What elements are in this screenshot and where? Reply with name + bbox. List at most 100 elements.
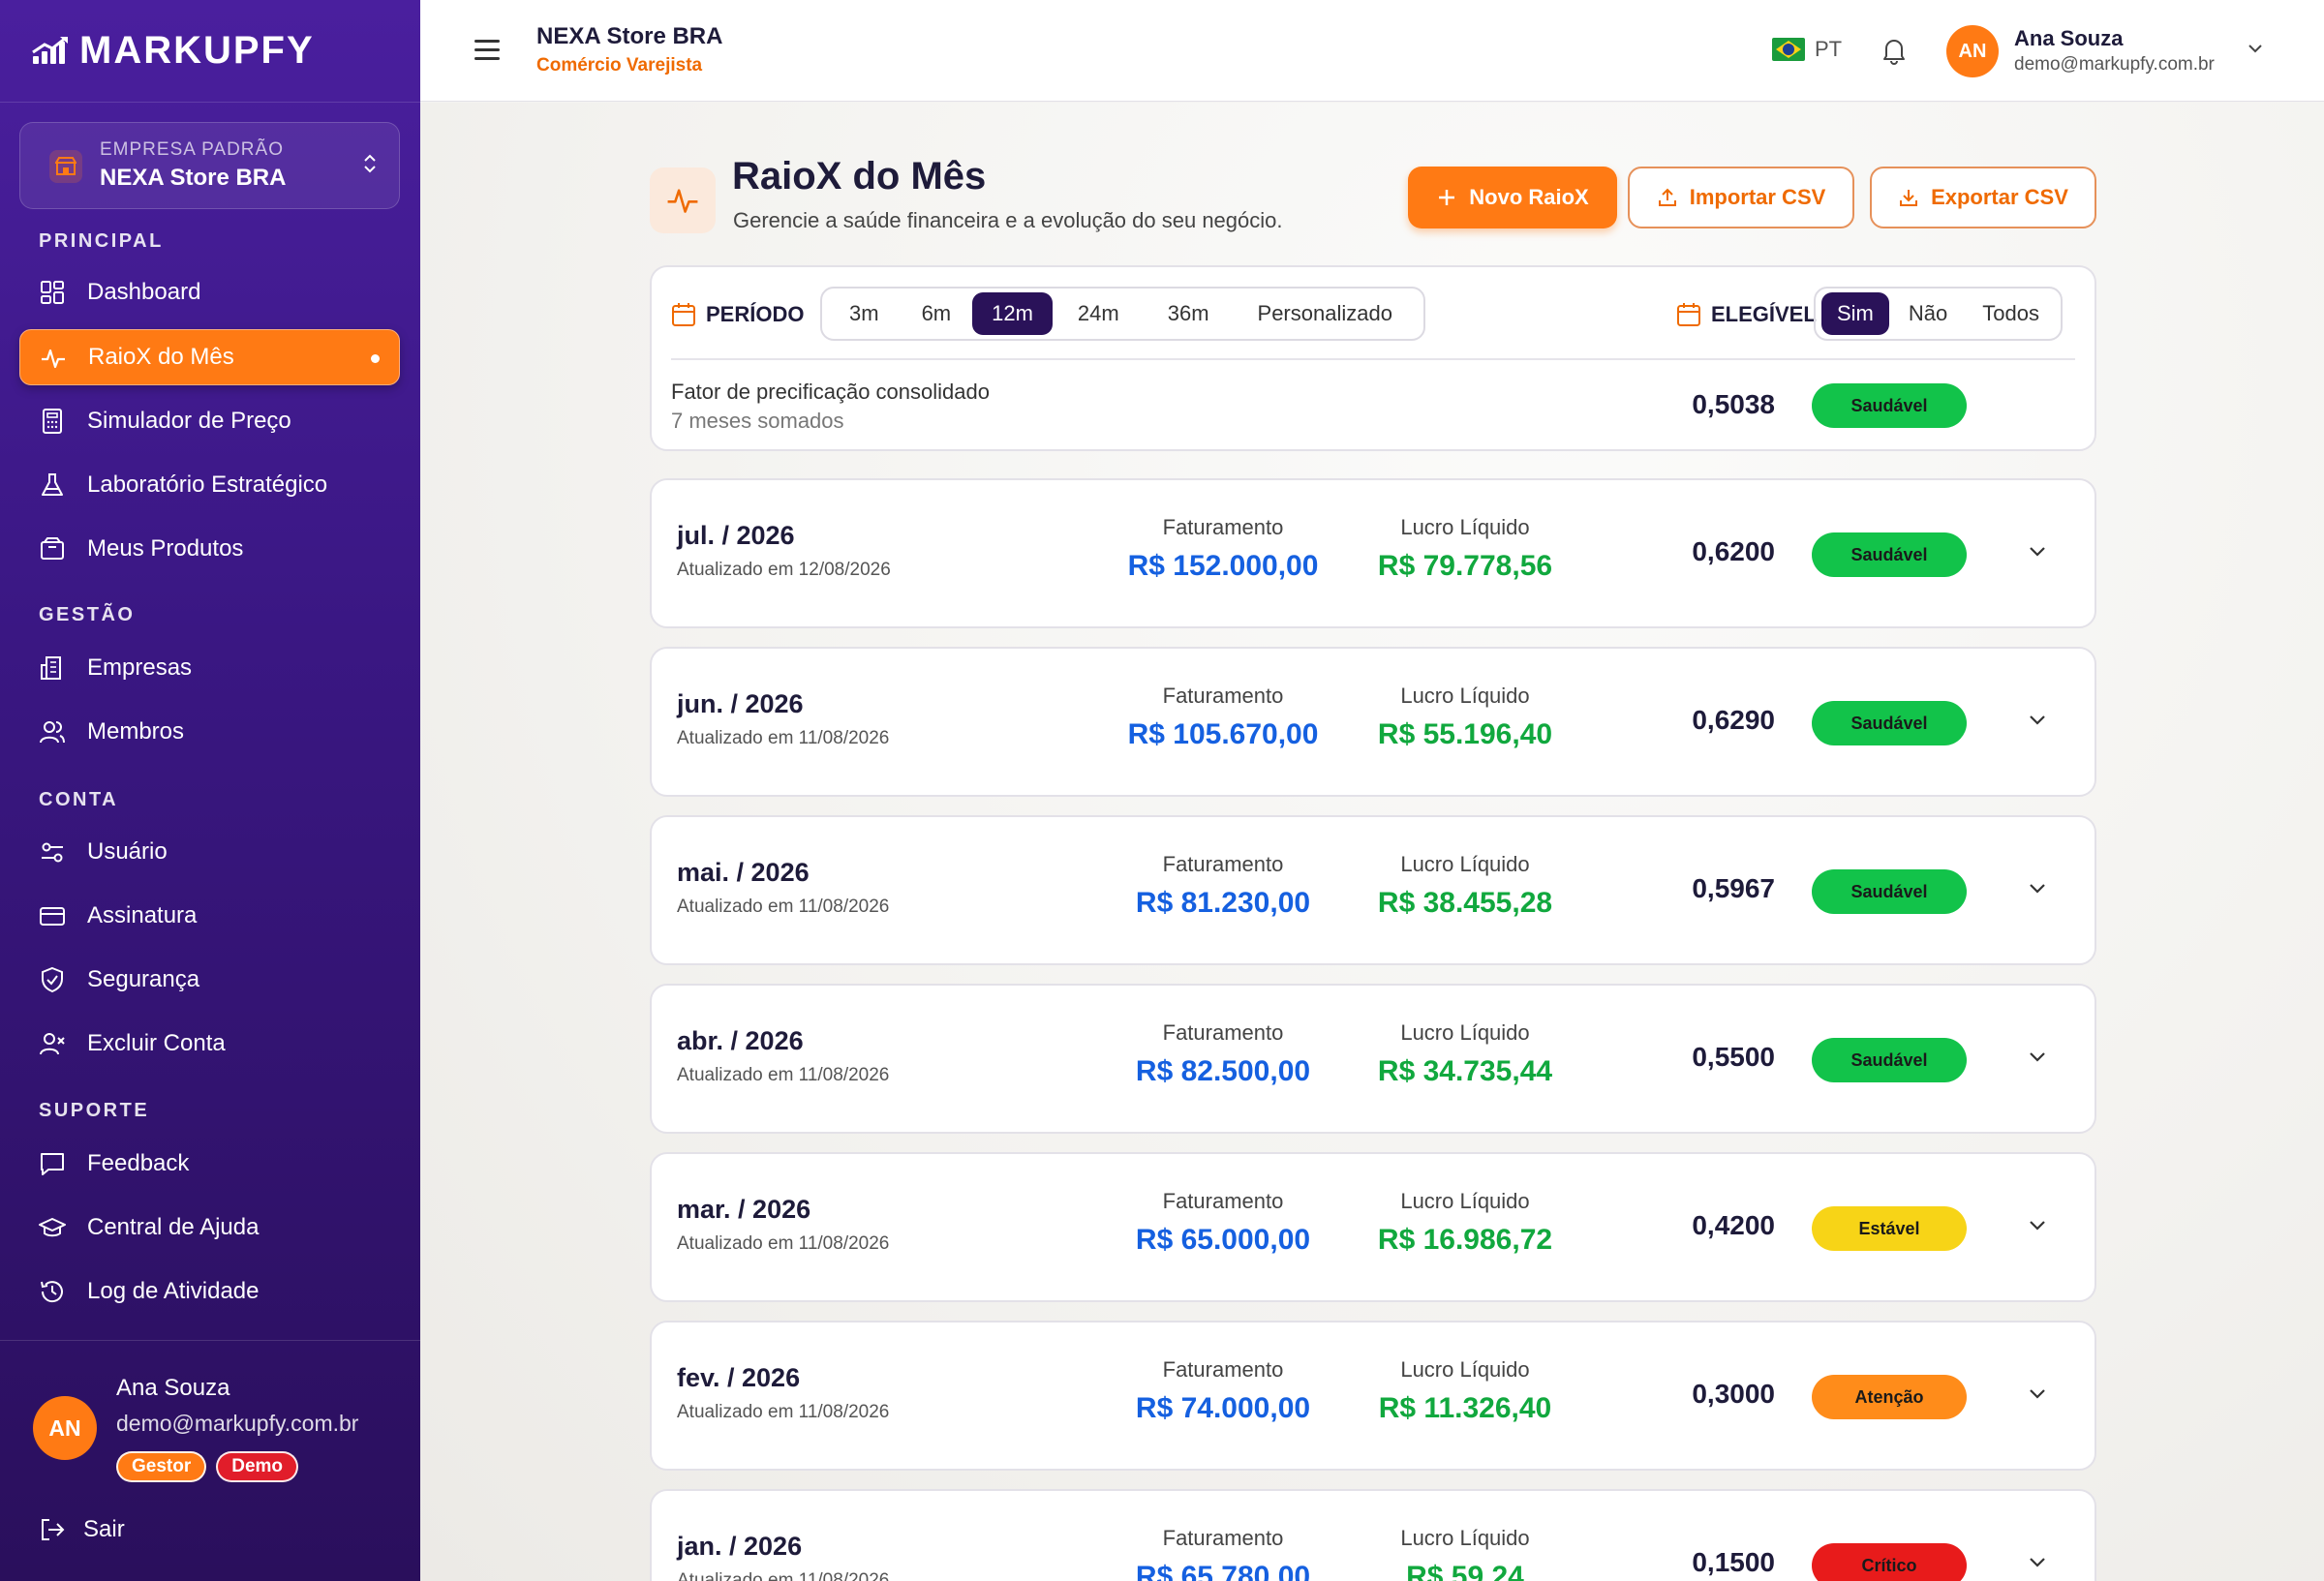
sidebar-divider — [0, 102, 420, 103]
brazil-flag-icon — [1772, 38, 1805, 61]
month-card[interactable]: mar. / 2026 Atualizado em 11/08/2026 Fat… — [650, 1152, 2096, 1302]
period-option-36m[interactable]: 36m — [1145, 292, 1233, 335]
revenue-value: R$ 65.000,00 — [1135, 1224, 1311, 1256]
sidebar-user-email: demo@markupfy.com.br — [116, 1411, 359, 1436]
revenue-label: Faturamento — [1162, 1020, 1284, 1045]
period-option-personalizado[interactable]: Personalizado — [1233, 292, 1418, 335]
sidebar-item-label: Excluir Conta — [87, 1030, 226, 1056]
status-badge: Saudável — [1812, 1038, 1967, 1082]
month-card[interactable]: jun. / 2026 Atualizado em 11/08/2026 Fat… — [650, 647, 2096, 797]
month-updated-at: Atualizado em 11/08/2026 — [677, 1570, 890, 1581]
new-raiox-button[interactable]: Novo RaioX — [1408, 167, 1617, 228]
period-option-3m[interactable]: 3m — [828, 292, 901, 335]
pricing-factor-value: 0,1500 — [1692, 1547, 1775, 1577]
sidebar-item-dashboard[interactable]: Dashboard — [19, 264, 400, 320]
sidebar-item-usuario[interactable]: Usuário — [19, 824, 400, 880]
profit-label: Lucro Líquido — [1400, 1357, 1530, 1382]
sidebar-item-membros[interactable]: Membros — [19, 704, 400, 760]
period-segmented-control: 3m 6m 12m 24m 36m Personalizado — [820, 287, 1425, 341]
graduation-icon — [39, 1218, 66, 1237]
users-icon — [40, 721, 65, 744]
company-selector[interactable]: EMPRESA PADRÃO NEXA Store BRA — [19, 122, 400, 209]
month-card[interactable]: jan. / 2026 Atualizado em 11/08/2026 Fat… — [650, 1489, 2096, 1581]
brand-logo[interactable]: MARKUPFY — [31, 29, 315, 73]
page-subtitle: Gerencie a saúde financeira e a evolução… — [733, 208, 1283, 232]
profit-label: Lucro Líquido — [1400, 1020, 1530, 1045]
store-name: NEXA Store BRA — [536, 23, 723, 49]
month-label: jun. / 2026 — [677, 689, 804, 718]
period-option-12m[interactable]: 12m — [972, 292, 1053, 335]
revenue-label: Faturamento — [1162, 1357, 1284, 1382]
eligible-option-nao[interactable]: Não — [1889, 292, 1967, 335]
profit-value: R$ 34.735,44 — [1377, 1055, 1553, 1087]
sidebar-item-excluir-conta[interactable]: Excluir Conta — [19, 1016, 400, 1072]
chevron-down-icon[interactable] — [2247, 42, 2264, 59]
language-selector[interactable]: PT — [1772, 37, 1842, 62]
sidebar-section-suporte: SUPORTE — [39, 1100, 150, 1121]
chevron-down-icon[interactable] — [2027, 1049, 2048, 1070]
chart-bars-icon — [31, 35, 70, 68]
profit-value: R$ 16.986,72 — [1377, 1224, 1553, 1256]
export-csv-button[interactable]: Exportar CSV — [1870, 167, 2096, 228]
avatar[interactable]: AN — [33, 1396, 97, 1460]
logout-button[interactable]: Sair — [39, 1516, 125, 1543]
history-icon — [41, 1281, 63, 1303]
user-x-icon — [40, 1033, 65, 1055]
sidebar-item-label: Empresas — [87, 654, 193, 681]
sidebar-item-feedback[interactable]: Feedback — [19, 1136, 400, 1192]
revenue-label: Faturamento — [1162, 515, 1284, 539]
chevron-down-icon[interactable] — [2027, 544, 2048, 564]
profit-label: Lucro Líquido — [1400, 515, 1530, 539]
status-badge: Saudável — [1812, 869, 1967, 914]
revenue-label: Faturamento — [1162, 684, 1284, 708]
building-icon — [41, 656, 61, 680]
chevron-down-icon[interactable] — [2027, 1386, 2048, 1407]
company-selector-name: NEXA Store BRA — [100, 165, 287, 191]
period-option-24m[interactable]: 24m — [1053, 292, 1145, 335]
status-badge: Saudável — [1812, 532, 1967, 577]
revenue-column: Faturamento R$ 65.000,00 — [1097, 1189, 1349, 1257]
chevron-updown-icon — [362, 152, 378, 180]
eligible-option-sim[interactable]: Sim — [1821, 292, 1889, 335]
revenue-value: R$ 65.780,00 — [1135, 1561, 1311, 1581]
month-label: jul. / 2026 — [677, 521, 795, 550]
month-label: fev. / 2026 — [677, 1363, 801, 1392]
sidebar-item-assinatura[interactable]: Assinatura — [19, 888, 400, 944]
sidebar-item-laboratorio[interactable]: Laboratório Estratégico — [19, 457, 400, 513]
month-card[interactable]: fev. / 2026 Atualizado em 11/08/2026 Fat… — [650, 1321, 2096, 1471]
sidebar-item-produtos[interactable]: Meus Produtos — [19, 521, 400, 577]
package-icon — [41, 537, 64, 560]
logout-icon — [42, 1519, 65, 1540]
pulse-icon — [42, 349, 65, 369]
month-card[interactable]: mai. / 2026 Atualizado em 11/08/2026 Fat… — [650, 815, 2096, 965]
sidebar-item-log-atividade[interactable]: Log de Atividade — [19, 1263, 400, 1320]
sidebar-item-empresas[interactable]: Empresas — [19, 640, 400, 696]
sidebar-item-seguranca[interactable]: Segurança — [19, 952, 400, 1008]
sidebar-user-badges: Gestor Demo — [116, 1451, 299, 1482]
pricing-factor-value: 0,3000 — [1692, 1379, 1775, 1409]
month-card[interactable]: abr. / 2026 Atualizado em 11/08/2026 Fat… — [650, 984, 2096, 1134]
sidebar-item-central-ajuda[interactable]: Central de Ajuda — [19, 1200, 400, 1256]
month-updated-at: Atualizado em 12/08/2026 — [677, 560, 891, 580]
sidebar-item-raiox[interactable]: RaioX do Mês — [19, 329, 400, 385]
revenue-column: Faturamento R$ 82.500,00 — [1097, 1020, 1349, 1088]
card-icon — [40, 907, 65, 926]
eligible-option-todos[interactable]: Todos — [1967, 292, 2055, 335]
pricing-factor-value: 0,6200 — [1692, 536, 1775, 566]
role-badge-demo: Demo — [216, 1451, 299, 1482]
import-csv-button[interactable]: Importar CSV — [1628, 167, 1854, 228]
chevron-down-icon[interactable] — [2027, 1555, 2048, 1575]
chevron-down-icon[interactable] — [2027, 1218, 2048, 1238]
role-badge-gestor: Gestor — [116, 1451, 207, 1482]
chevron-down-icon[interactable] — [2027, 713, 2048, 733]
month-card[interactable]: jul. / 2026 Atualizado em 12/08/2026 Fat… — [650, 478, 2096, 628]
period-option-6m[interactable]: 6m — [901, 292, 973, 335]
profit-value: R$ 55.196,40 — [1377, 718, 1553, 750]
chevron-down-icon[interactable] — [2027, 881, 2048, 901]
bell-icon[interactable] — [1881, 36, 1908, 70]
profit-column: Lucro Líquido R$ 34.735,44 — [1339, 1020, 1591, 1088]
revenue-column: Faturamento R$ 74.000,00 — [1097, 1357, 1349, 1425]
avatar[interactable]: AN — [1946, 25, 1999, 77]
menu-icon[interactable] — [474, 39, 502, 62]
sidebar-item-simulador[interactable]: Simulador de Preço — [19, 393, 400, 449]
